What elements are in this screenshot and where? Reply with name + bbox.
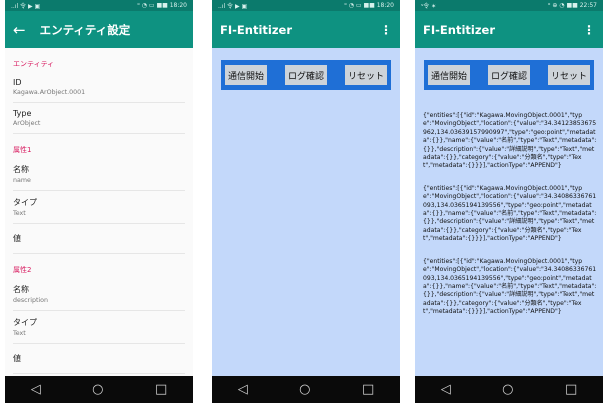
setting-title: タイプ [13,198,37,207]
status-bar: ..ıl 令 ▶ ▣ ᵒ ◔ ▭ ■■ 18:20 [212,0,400,11]
app-title: FI-Entitizer [220,22,292,37]
button-bar: 通信開始 ログ確認 リセット [221,60,391,90]
section-header-entity: エンティティ [13,60,55,68]
setting-title: 値 [13,234,21,243]
nav-recents-icon[interactable]: □ [565,382,577,397]
view-log-button[interactable]: ログ確認 [487,65,530,85]
setting-title: ID [13,78,22,87]
system-nav-bar: ◁ ○ □ [212,376,400,403]
main-panel: 通信開始 ログ確認 リセット [212,48,400,376]
setting-type[interactable]: Type ArObject [13,103,185,134]
phone-main-screen: ..ıl 令 ▶ ▣ ᵒ ◔ ▭ ■■ 18:20 FI-Entitizer ⋮… [212,0,400,403]
nav-home-icon[interactable]: ○ [299,382,310,397]
nav-back-icon[interactable]: ◁ [31,382,41,397]
start-communication-button[interactable]: 通信開始 [428,65,471,85]
setting-value: description [13,297,49,304]
nav-home-icon[interactable]: ○ [92,382,103,397]
setting-attr2-value[interactable]: 値 [13,344,185,374]
nav-home-icon[interactable]: ○ [502,382,513,397]
phone-log-screen: ˢ令 ✶ ᵒ ⊕ ◔ ■■ 22:57 FI-Entitizer ⋮ 通信開始 … [415,0,603,403]
page-title: エンティティ設定 [39,22,131,37]
reset-button[interactable]: リセット [344,65,387,85]
setting-attr1-value[interactable]: 値 [13,224,185,254]
main-panel: 通信開始 ログ確認 リセット {"entities":[{"id":"Kagaw… [415,48,603,376]
log-output: {"entities":[{"id":"Kagawa.MovingObject.… [423,112,597,331]
setting-attr2-name[interactable]: 名称 description [13,278,185,311]
status-bar: ..ıl 令 ▶ ▣ ᵒ ◔ ▭ ■■ 18:20 [5,0,193,11]
setting-title: タイプ [13,318,37,327]
setting-attr2-type[interactable]: タイプ Text [13,311,185,344]
system-nav-bar: ◁ ○ □ [5,376,193,403]
more-vert-icon[interactable]: ⋮ [583,23,595,37]
app-bar: FI-Entitizer ⋮ [212,11,400,48]
setting-attr1-type[interactable]: タイプ Text [13,191,185,224]
setting-title: Type [13,109,32,118]
log-entry: {"entities":[{"id":"Kagawa.MovingObject.… [423,257,597,316]
log-entry: {"entities":[{"id":"Kagawa.MovingObject.… [423,184,597,243]
button-bar: 通信開始 ログ確認 リセット [424,60,594,90]
status-bar: ˢ令 ✶ ᵒ ⊕ ◔ ■■ 22:57 [415,0,603,11]
app-bar: ← エンティティ設定 [5,11,193,48]
section-header-attr2: 属性2 [13,266,32,274]
arrow-left-icon[interactable]: ← [13,21,26,39]
setting-id[interactable]: ID Kagawa.ArObject.0001 [13,72,185,103]
view-log-button[interactable]: ログ確認 [284,65,327,85]
setting-value: Kagawa.ArObject.0001 [13,89,86,96]
section-header-attr1: 属性1 [13,146,32,154]
nav-back-icon[interactable]: ◁ [441,382,451,397]
nav-recents-icon[interactable]: □ [362,382,374,397]
more-vert-icon[interactable]: ⋮ [380,23,392,37]
setting-value: ArObject [13,120,41,127]
settings-list[interactable]: エンティティ ID Kagawa.ArObject.0001 Type ArOb… [5,48,193,376]
setting-title: 値 [13,354,21,363]
setting-value: name [13,177,31,184]
setting-title: 名称 [13,165,29,174]
app-bar: FI-Entitizer ⋮ [415,11,603,48]
nav-recents-icon[interactable]: □ [155,382,167,397]
system-nav-bar: ◁ ○ □ [415,376,603,403]
status-right: ᵒ ◔ ▭ ■■ 18:20 [344,2,394,9]
status-left: ..ıl 令 ▶ ▣ [218,3,248,10]
setting-title: 名称 [13,285,29,294]
status-left: ..ıl 令 ▶ ▣ [11,3,41,10]
setting-value: Text [13,210,26,217]
reset-button[interactable]: リセット [547,65,590,85]
setting-attr1-name[interactable]: 名称 name [13,158,185,191]
app-title: FI-Entitizer [423,22,495,37]
setting-value: Text [13,330,26,337]
log-entry: {"entities":[{"id":"Kagawa.MovingObject.… [423,112,597,170]
status-right: ᵒ ⊕ ◔ ■■ 22:57 [547,2,597,9]
phone-settings-screen: ..ıl 令 ▶ ▣ ᵒ ◔ ▭ ■■ 18:20 ← エンティティ設定 エンテ… [5,0,193,403]
status-left: ˢ令 ✶ [421,3,437,10]
status-right: ᵒ ◔ ▭ ■■ 18:20 [137,2,187,9]
start-communication-button[interactable]: 通信開始 [225,65,268,85]
nav-back-icon[interactable]: ◁ [238,382,248,397]
